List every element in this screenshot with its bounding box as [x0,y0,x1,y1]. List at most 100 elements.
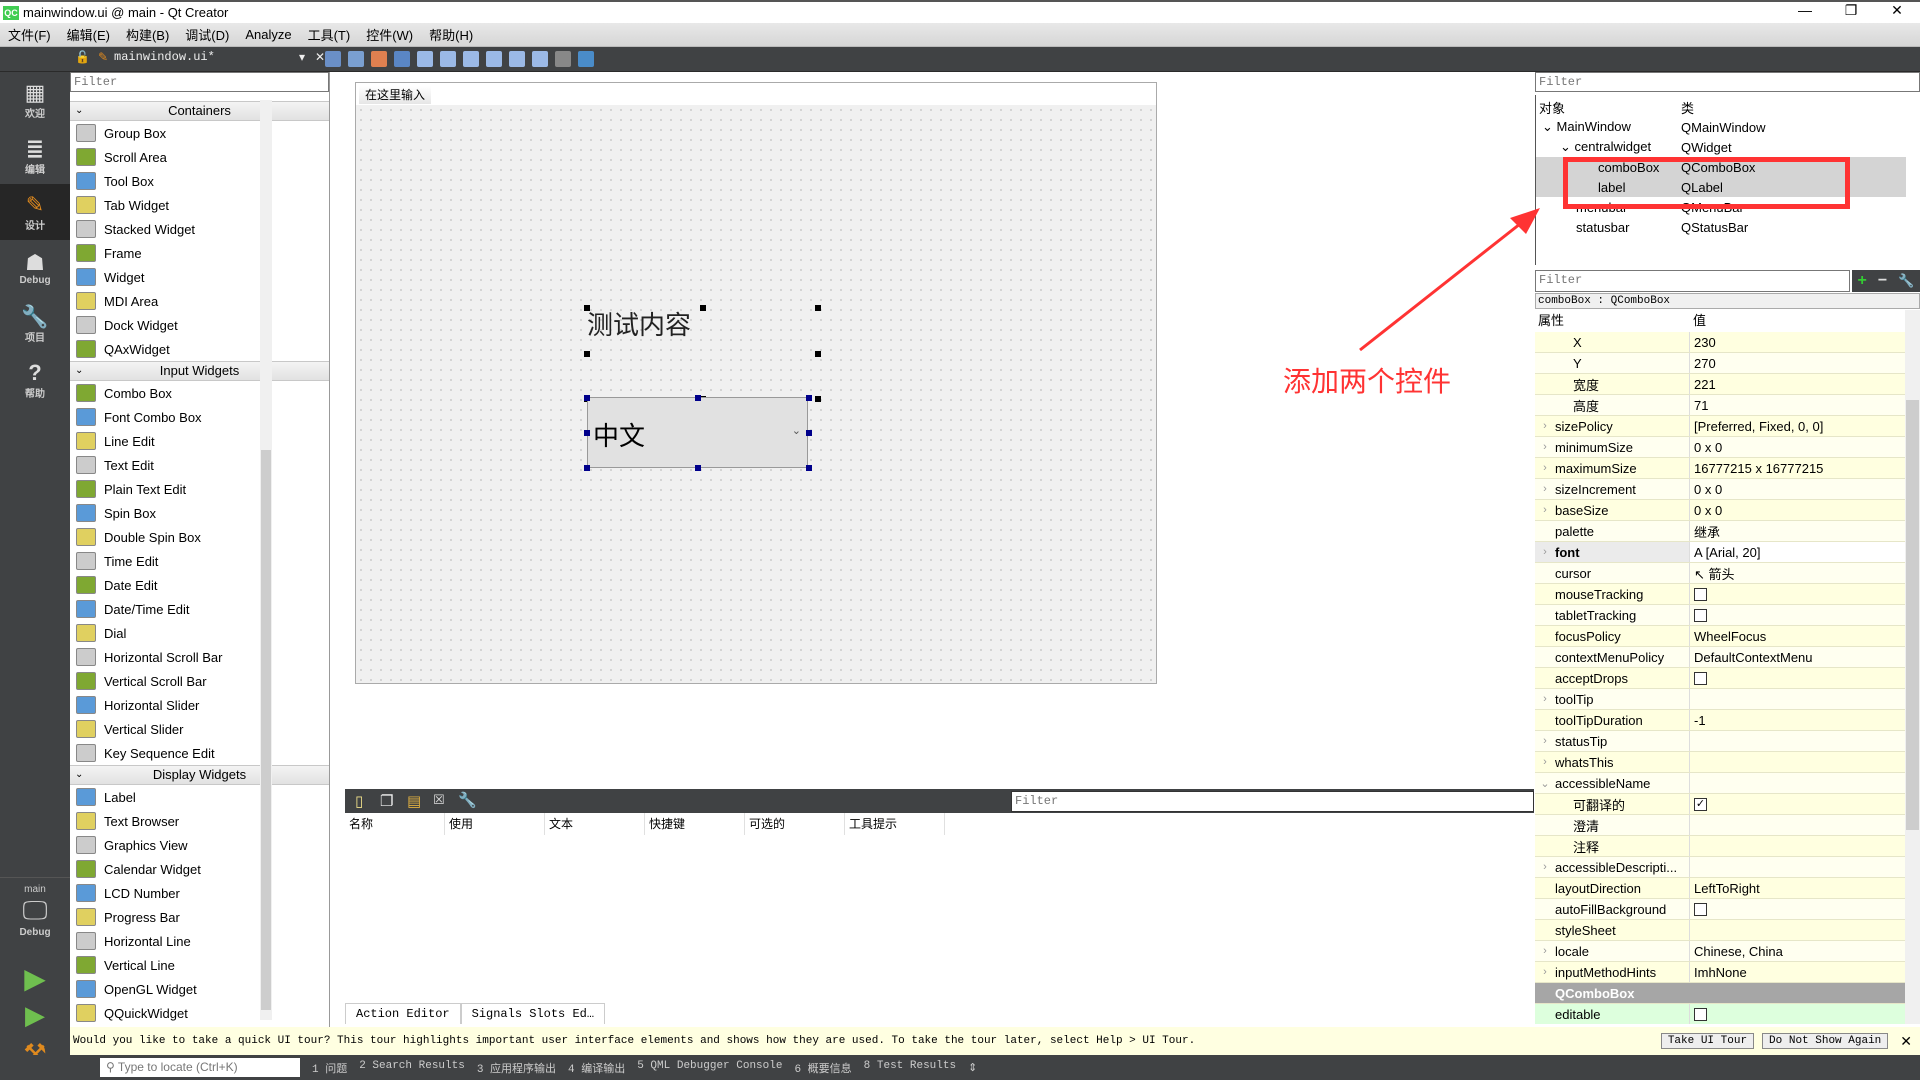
widget-item[interactable]: Graphics View [70,833,329,857]
property-value[interactable]: 270 [1690,353,1905,373]
property-row[interactable]: focusPolicy WheelFocus [1535,626,1905,647]
widget-item[interactable]: Date Edit [70,573,329,597]
property-row[interactable]: › maximumSize 16777215 x 16777215 [1535,458,1905,479]
widget-item[interactable]: LCD Number [70,881,329,905]
widget-item[interactable]: Text Edit [70,453,329,477]
output-pane-button[interactable]: 4 编译输出 [568,1060,625,1076]
property-value[interactable]: 继承 [1690,521,1905,541]
property-value[interactable]: 230 [1690,332,1905,352]
property-value[interactable] [1690,1004,1905,1024]
widget-item[interactable]: MDI Area [70,289,329,313]
chevron-right-icon[interactable]: › [1535,966,1555,978]
widget-item[interactable]: OpenGL Widget [70,977,329,1001]
property-row[interactable]: 可翻译的 ✓ [1535,794,1905,815]
delete-action-icon[interactable]: ☒ [433,792,445,808]
tree-row[interactable]: ⌄ MainWindow QMainWindow [1536,117,1906,137]
layout-form-icon[interactable] [509,51,525,67]
property-value[interactable] [1690,815,1905,835]
edit-tab-order-icon[interactable] [394,51,410,67]
property-row[interactable]: ⌄ accessibleName [1535,773,1905,794]
layout-grid-icon[interactable] [532,51,548,67]
output-pane-button[interactable]: 1 问题 [312,1060,347,1076]
property-value[interactable]: 221 [1690,374,1905,394]
property-value[interactable] [1690,836,1905,856]
do-not-show-button[interactable]: Do Not Show Again [1762,1033,1889,1049]
category-header[interactable]: ⌄ Input Widgets [70,361,329,381]
property-filter-input[interactable]: Filter [1535,270,1850,292]
checkbox[interactable] [1694,671,1707,685]
widget-item[interactable]: Date/Time Edit [70,597,329,621]
property-row[interactable]: › font A [Arial, 20] [1535,542,1905,563]
widget-item[interactable]: Group Box [70,121,329,145]
property-row[interactable]: › whatsThis [1535,752,1905,773]
menu-6[interactable]: 控件(W) [358,25,421,44]
property-row[interactable]: mouseTracking [1535,584,1905,605]
property-row[interactable]: › locale Chinese, China [1535,941,1905,962]
property-value[interactable]: LeftToRight [1690,878,1905,898]
property-scrollbar[interactable] [1905,310,1920,1024]
menu-5[interactable]: 工具(T) [300,25,359,44]
widget-item[interactable]: Plain Text Edit [70,477,329,501]
widget-item[interactable]: Frame [70,241,329,265]
property-row[interactable]: › toolTip [1535,689,1905,710]
checkbox[interactable] [1694,1007,1707,1021]
layout-horizontal-icon[interactable] [417,51,433,67]
property-value[interactable]: WheelFocus [1690,626,1905,646]
property-row[interactable]: toolTipDuration -1 [1535,710,1905,731]
run-button[interactable]: ▶ [0,962,70,995]
combo-box-widget[interactable]: 中文 ⌄ [587,397,808,468]
category-header[interactable]: ⌄ Containers [70,101,329,121]
chevron-right-icon[interactable]: › [1535,441,1555,453]
minimize-button[interactable]: — [1782,0,1828,23]
property-value[interactable] [1690,857,1905,877]
property-value[interactable]: 0 x 0 [1690,437,1905,457]
column-header[interactable]: 可选的 [745,813,845,835]
widget-item[interactable]: QQuickWidget [70,1001,329,1025]
property-row[interactable]: acceptDrops [1535,668,1905,689]
property-row[interactable]: autoFillBackground [1535,899,1905,920]
chevron-down-icon[interactable]: ⌄ [1535,777,1555,790]
splitter-horizontal-icon[interactable] [463,51,479,67]
chevron-right-icon[interactable]: › [1535,735,1555,747]
property-value[interactable]: 0 x 0 [1690,479,1905,499]
property-value[interactable]: [Preferred, Fixed, 0, 0] [1690,416,1905,436]
chevron-right-icon[interactable]: › [1535,504,1555,516]
mode-帮助[interactable]: ? 帮助 [0,352,70,408]
property-value[interactable]: Chinese, China [1690,941,1905,961]
label-widget[interactable]: 测试内容 [587,305,691,342]
widget-item[interactable]: Dock Widget [70,313,329,337]
widget-item[interactable]: Scroll Area [70,145,329,169]
property-value[interactable] [1690,752,1905,772]
checkbox[interactable] [1694,608,1707,622]
property-value[interactable] [1690,584,1905,604]
property-row[interactable]: styleSheet [1535,920,1905,941]
property-row[interactable]: › sizeIncrement 0 x 0 [1535,479,1905,500]
widget-item[interactable]: Stacked Widget [70,217,329,241]
mode-编辑[interactable]: ≣ 编辑 [0,128,70,184]
menu-1[interactable]: 编辑(E) [59,25,118,44]
menu-4[interactable]: Analyze [237,27,299,42]
mode-设计[interactable]: ✎ 设计 [0,184,70,240]
property-row[interactable]: Y 270 [1535,353,1905,374]
edit-signals-slots-icon[interactable] [348,51,364,67]
menu-7[interactable]: 帮助(H) [421,25,481,44]
property-row[interactable]: X 230 [1535,332,1905,353]
widget-item[interactable]: Progress Bar [70,905,329,929]
widget-item[interactable]: Vertical Line [70,953,329,977]
copy-action-icon[interactable]: ❐ [380,792,393,810]
pane-toggle-icon[interactable]: ⇕ [968,1061,977,1074]
property-value[interactable]: A [Arial, 20] [1690,542,1905,562]
property-row[interactable]: QComboBox [1535,983,1905,1004]
tree-row[interactable]: statusbar QStatusBar [1536,217,1906,237]
checkbox[interactable] [1694,587,1707,601]
widget-item[interactable]: Double Spin Box [70,525,329,549]
property-value[interactable] [1690,731,1905,751]
object-filter-input[interactable]: Filter [1535,72,1920,92]
mode-欢迎[interactable]: ▦ 欢迎 [0,72,70,128]
menu-0[interactable]: 文件(F) [0,25,59,44]
type-here-menu[interactable]: 在这里输入 [359,86,432,104]
property-row[interactable]: › accessibleDescripti... [1535,857,1905,878]
property-row[interactable]: cursor ↖ 箭头 [1535,563,1905,584]
menu-3[interactable]: 调试(D) [177,25,237,44]
property-row[interactable]: › baseSize 0 x 0 [1535,500,1905,521]
